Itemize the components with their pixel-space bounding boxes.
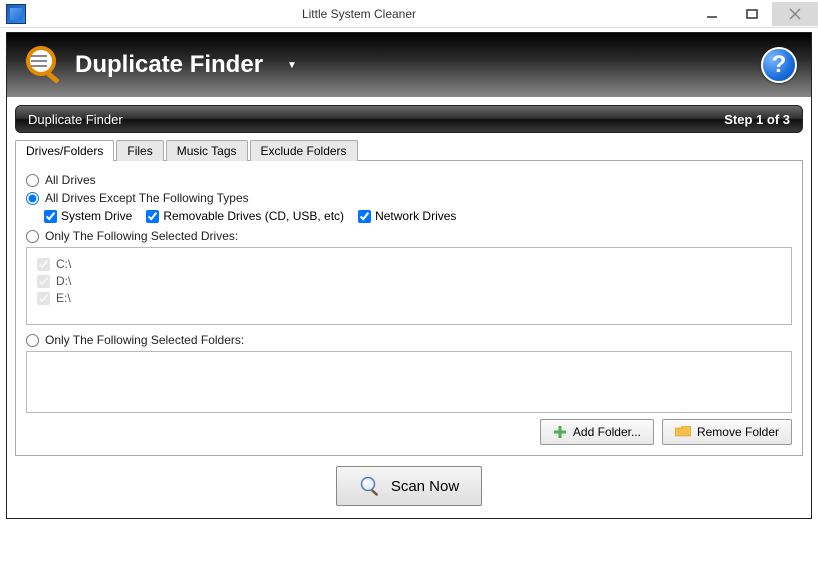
tab-music-tags[interactable]: Music Tags [166, 140, 248, 161]
radio-selected-drives-label: Only The Following Selected Drives: [45, 229, 238, 243]
title-bar: Little System Cleaner [0, 0, 818, 28]
drive-label-d: D:\ [56, 274, 71, 288]
drive-item-c[interactable]: C:\ [37, 257, 781, 271]
radio-selected-drives-input[interactable] [26, 230, 39, 243]
radio-all-drives-input[interactable] [26, 174, 39, 187]
window-title: Little System Cleaner [26, 7, 692, 21]
radio-selected-folders-label: Only The Following Selected Folders: [45, 333, 244, 347]
folders-list[interactable] [26, 351, 792, 413]
minimize-button[interactable] [692, 2, 732, 26]
app-icon [6, 4, 26, 24]
drive-label-c: C:\ [56, 257, 71, 271]
check-network-drives-label: Network Drives [375, 209, 456, 223]
section-bar: Duplicate Finder Step 1 of 3 [15, 105, 803, 133]
plus-icon [553, 425, 567, 439]
remove-folder-label: Remove Folder [697, 425, 779, 439]
drives-list[interactable]: C:\ D:\ E:\ [26, 247, 792, 325]
maximize-button[interactable] [732, 2, 772, 26]
check-removable-drives-label: Removable Drives (CD, USB, etc) [163, 209, 344, 223]
header: Duplicate Finder ▼ ? [7, 33, 811, 97]
check-system-drive-input[interactable] [44, 210, 57, 223]
drive-label-e: E:\ [56, 291, 71, 305]
header-dropdown-icon[interactable]: ▼ [287, 60, 297, 71]
header-title: Duplicate Finder [75, 51, 263, 79]
scan-now-label: Scan Now [391, 478, 459, 495]
folder-icon [675, 426, 691, 438]
scan-now-button[interactable]: Scan Now [336, 466, 482, 506]
radio-selected-drives[interactable]: Only The Following Selected Drives: [26, 229, 792, 243]
radio-selected-folders-input[interactable] [26, 334, 39, 347]
question-icon: ? [772, 51, 787, 79]
radio-all-drives-label: All Drives [45, 173, 96, 187]
radio-all-except-input[interactable] [26, 192, 39, 205]
radio-selected-folders[interactable]: Only The Following Selected Folders: [26, 333, 792, 347]
close-button[interactable] [772, 2, 818, 26]
drive-check-e[interactable] [37, 292, 50, 305]
tab-strip: Drives/Folders Files Music Tags Exclude … [15, 139, 803, 160]
tab-exclude-folders[interactable]: Exclude Folders [250, 140, 358, 161]
check-network-drives-input[interactable] [358, 210, 371, 223]
help-button[interactable]: ? [761, 47, 797, 83]
radio-all-except[interactable]: All Drives Except The Following Types [26, 191, 792, 205]
check-system-drive-label: System Drive [61, 209, 132, 223]
magnifier-list-icon [21, 43, 65, 87]
radio-all-except-label: All Drives Except The Following Types [45, 191, 249, 205]
drive-item-d[interactable]: D:\ [37, 274, 781, 288]
add-folder-label: Add Folder... [573, 425, 641, 439]
magnifier-icon [359, 475, 381, 497]
section-title: Duplicate Finder [28, 112, 123, 127]
drive-item-e[interactable]: E:\ [37, 291, 781, 305]
step-indicator: Step 1 of 3 [724, 112, 790, 127]
drive-check-d[interactable] [37, 275, 50, 288]
remove-folder-button[interactable]: Remove Folder [662, 419, 792, 445]
drive-check-c[interactable] [37, 258, 50, 271]
check-network-drives[interactable]: Network Drives [358, 209, 456, 223]
main-panel: Duplicate Finder ▼ ? Duplicate Finder St… [6, 32, 812, 519]
radio-all-drives[interactable]: All Drives [26, 173, 792, 187]
check-removable-drives[interactable]: Removable Drives (CD, USB, etc) [146, 209, 344, 223]
tab-files[interactable]: Files [116, 140, 163, 161]
tab-drives-folders[interactable]: Drives/Folders [15, 140, 114, 161]
check-removable-drives-input[interactable] [146, 210, 159, 223]
tab-content: All Drives All Drives Except The Followi… [15, 160, 803, 456]
check-system-drive[interactable]: System Drive [44, 209, 132, 223]
add-folder-button[interactable]: Add Folder... [540, 419, 654, 445]
